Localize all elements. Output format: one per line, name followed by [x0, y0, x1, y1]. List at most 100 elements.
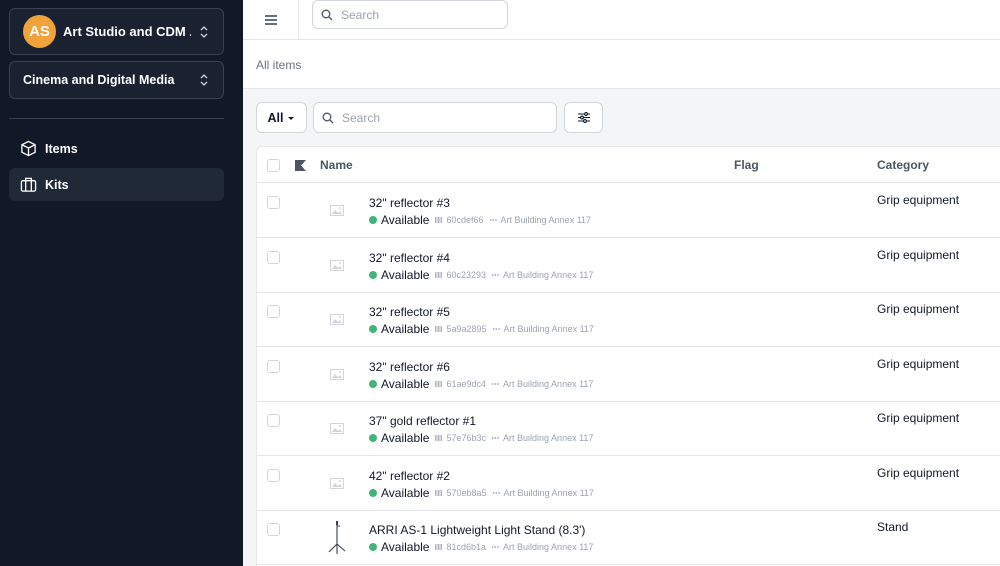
- item-name[interactable]: 42" reflector #2: [369, 469, 450, 483]
- column-header-category[interactable]: Category: [877, 158, 929, 172]
- item-category: Stand: [877, 520, 909, 534]
- image-placeholder-icon: [323, 360, 351, 388]
- breadcrumb[interactable]: All items: [256, 58, 301, 72]
- chevron-up-down-icon: [200, 25, 208, 38]
- item-meta: Available 81cd6b1a Art Building Annex 11…: [369, 540, 593, 554]
- filter-settings-button[interactable]: [564, 102, 603, 133]
- sidebar-divider: [9, 118, 224, 119]
- item-name[interactable]: 37" gold reflector #1: [369, 414, 476, 428]
- item-name[interactable]: 32" reflector #5: [369, 305, 450, 319]
- table-row[interactable]: 37" gold reflector #1 Available 57e76b3c…: [257, 401, 1000, 456]
- item-id: 60cdef66: [446, 215, 484, 225]
- global-search-input[interactable]: [341, 7, 491, 22]
- image-placeholder-icon: [323, 305, 351, 333]
- item-category: Grip equipment: [877, 302, 960, 316]
- item-meta: Available 60cdef66 Art Building Annex 11…: [369, 213, 591, 227]
- caret-down-icon: [288, 116, 295, 120]
- avatar: AS: [23, 15, 56, 48]
- global-search[interactable]: [312, 0, 508, 29]
- organization-switcher[interactable]: AS Art Studio and CDM ...: [9, 8, 224, 55]
- barcode-icon: [435, 326, 443, 332]
- image-placeholder-icon: [323, 414, 351, 442]
- select-all-checkbox[interactable]: [267, 159, 280, 172]
- status-badge: Available: [381, 377, 430, 391]
- item-meta: Available 61ae9dc4 Art Building Annex 11…: [369, 377, 593, 391]
- table-row[interactable]: 32" reflector #5 Available 5a9a2895 Art …: [257, 292, 1000, 347]
- item-meta: Available 570eb8a5 Art Building Annex 11…: [369, 486, 594, 500]
- chevron-up-down-icon: [200, 74, 208, 86]
- image-placeholder-icon: [323, 196, 351, 224]
- location-icon: [492, 383, 501, 385]
- table-row[interactable]: 42" reflector #2 Available 570eb8a5 Art …: [257, 456, 1000, 511]
- item-name[interactable]: 32" reflector #3: [369, 196, 450, 210]
- image-placeholder-icon: [323, 469, 351, 497]
- sidebar-item-kits[interactable]: Kits: [9, 168, 224, 201]
- row-checkbox[interactable]: [267, 523, 280, 536]
- status-badge: Available: [381, 268, 430, 282]
- table-row[interactable]: 32" reflector #6 Available 61ae9dc4 Art …: [257, 347, 1000, 402]
- sidebar-item-items[interactable]: Items: [9, 132, 224, 165]
- sidebar: AS Art Studio and CDM ... Cinema and Dig…: [0, 0, 243, 566]
- menu-toggle-button[interactable]: [243, 0, 299, 40]
- row-checkbox[interactable]: [267, 251, 280, 264]
- row-checkbox[interactable]: [267, 360, 280, 373]
- item-category: Grip equipment: [877, 466, 960, 480]
- column-header-flag[interactable]: Flag: [734, 158, 759, 172]
- item-meta: Available 5a9a2895 Art Building Annex 11…: [369, 322, 594, 336]
- item-location: Art Building Annex 117: [503, 488, 594, 498]
- table-row[interactable]: 32" reflector #3 Available 60cdef66 Art …: [257, 183, 1000, 238]
- item-location: Art Building Annex 117: [503, 270, 594, 280]
- row-checkbox[interactable]: [267, 305, 280, 318]
- cube-icon: [21, 140, 36, 157]
- barcode-icon: [435, 381, 443, 387]
- item-location: Art Building Annex 117: [503, 433, 594, 443]
- item-meta: Available 57e76b3c Art Building Annex 11…: [369, 431, 593, 445]
- item-id: 570eb8a5: [446, 488, 487, 498]
- barcode-icon: [435, 544, 443, 550]
- item-category: Grip equipment: [877, 193, 960, 207]
- status-dot: [369, 380, 377, 388]
- table-header: Name Flag Category: [257, 147, 1000, 183]
- flag-icon: [293, 160, 306, 171]
- items-search-input[interactable]: [342, 110, 492, 125]
- item-id: 5a9a2895: [446, 324, 487, 334]
- items-table: Name Flag Category 32" reflector #3 Avai…: [256, 146, 1000, 566]
- item-location: Art Building Annex 117: [503, 542, 594, 552]
- item-meta: Available 60c23293 Art Building Annex 11…: [369, 268, 593, 282]
- item-id: 57e76b3c: [446, 433, 487, 443]
- table-row[interactable]: ARRI AS-1 Lightweight Light Stand (8.3')…: [257, 510, 1000, 565]
- department-switcher[interactable]: Cinema and Digital Media: [9, 61, 224, 99]
- sidebar-item-label: Items: [45, 141, 78, 156]
- status-badge: Available: [381, 486, 430, 500]
- top-bar: [243, 0, 1000, 40]
- item-location: Art Building Annex 117: [503, 379, 594, 389]
- row-checkbox[interactable]: [267, 414, 280, 427]
- status-dot: [369, 434, 377, 442]
- location-icon: [492, 274, 501, 276]
- item-id: 60c23293: [446, 270, 487, 280]
- location-icon: [492, 437, 501, 439]
- status-filter-dropdown[interactable]: All: [256, 102, 307, 133]
- sliders-icon: [577, 112, 590, 123]
- item-category: Grip equipment: [877, 357, 960, 371]
- status-badge: Available: [381, 540, 430, 554]
- item-name[interactable]: ARRI AS-1 Lightweight Light Stand (8.3'): [369, 523, 585, 537]
- row-checkbox[interactable]: [267, 469, 280, 482]
- row-checkbox[interactable]: [267, 196, 280, 209]
- light-stand-icon: [323, 518, 351, 558]
- column-header-name[interactable]: Name: [320, 158, 353, 172]
- item-id: 61ae9dc4: [446, 379, 487, 389]
- location-icon: [492, 492, 501, 494]
- item-category: Grip equipment: [877, 248, 960, 262]
- item-location: Art Building Annex 117: [500, 215, 591, 225]
- barcode-icon: [435, 272, 443, 278]
- status-badge: Available: [381, 431, 430, 445]
- search-icon: [322, 112, 334, 123]
- items-search[interactable]: [313, 102, 557, 133]
- table-row[interactable]: 32" reflector #4 Available 60c23293 Art …: [257, 238, 1000, 293]
- item-name[interactable]: 32" reflector #4: [369, 251, 450, 265]
- sidebar-item-label: Kits: [45, 177, 69, 192]
- briefcase-icon: [20, 177, 37, 192]
- status-badge: Available: [381, 213, 430, 227]
- item-name[interactable]: 32" reflector #6: [369, 360, 450, 374]
